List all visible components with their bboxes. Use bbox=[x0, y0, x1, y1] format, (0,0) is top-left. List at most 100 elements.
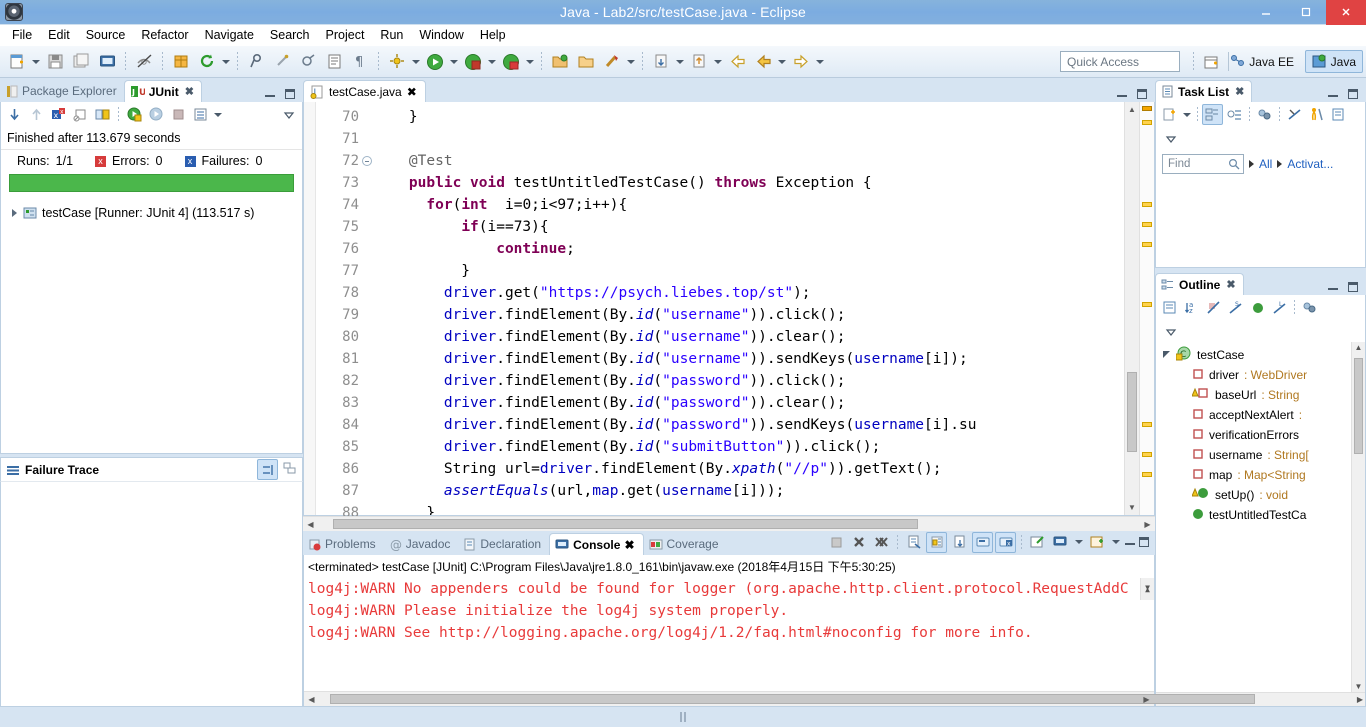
console-maximize-icon[interactable] bbox=[1138, 536, 1150, 548]
new-wizard-icon[interactable] bbox=[5, 50, 29, 74]
code-line[interactable]: driver.findElement(By.id("submitButton")… bbox=[364, 436, 1124, 458]
hide-static-icon[interactable]: S bbox=[1225, 297, 1246, 318]
code-line[interactable]: driver.findElement(By.id("username")).cl… bbox=[364, 304, 1124, 326]
code-line[interactable]: if(i==73){ bbox=[364, 216, 1124, 238]
task-list-empty-area[interactable] bbox=[1156, 179, 1365, 267]
sort-icon[interactable]: az bbox=[1181, 297, 1202, 318]
editor-vertical-scrollbar[interactable]: ▲ ▼ bbox=[1124, 102, 1139, 515]
hscroll-right-icon[interactable]: ▶ bbox=[1140, 517, 1155, 532]
new-console-view-icon[interactable] bbox=[1087, 532, 1108, 553]
menu-run[interactable]: Run bbox=[372, 26, 411, 44]
code-line[interactable]: driver.findElement(By.id("password")).cl… bbox=[364, 370, 1124, 392]
open-console-icon[interactable] bbox=[1027, 532, 1048, 553]
search-dropdown-icon[interactable] bbox=[625, 51, 637, 73]
console-minimize-icon[interactable] bbox=[1124, 536, 1136, 548]
tab-problems[interactable]: Problems bbox=[303, 533, 384, 555]
back-dropdown-icon[interactable] bbox=[776, 51, 788, 73]
back-icon[interactable] bbox=[725, 50, 749, 74]
tab-package-explorer[interactable]: Package Explorer bbox=[0, 80, 124, 102]
show-console-on-output-icon[interactable] bbox=[949, 532, 970, 553]
editor-maximize-icon[interactable] bbox=[1136, 88, 1148, 100]
editor-marker-gutter[interactable] bbox=[304, 102, 316, 515]
editor-minimize-icon[interactable] bbox=[1116, 88, 1128, 100]
overview-marker[interactable] bbox=[1142, 452, 1152, 457]
public-member-icon[interactable] bbox=[1247, 297, 1268, 318]
code-line[interactable]: @Test bbox=[364, 150, 1124, 172]
new-java-package-icon[interactable] bbox=[169, 50, 193, 74]
code-line[interactable]: driver.findElement(By.id("password")).cl… bbox=[364, 392, 1124, 414]
menu-file[interactable]: File bbox=[4, 26, 40, 44]
perspective-java-ee[interactable]: Java EE bbox=[1224, 50, 1300, 73]
scroll-up-icon[interactable]: ▲ bbox=[1125, 102, 1140, 117]
forward-icon[interactable] bbox=[789, 50, 813, 74]
outline-item[interactable]: acceptNextAlert : bbox=[1156, 405, 1365, 425]
rerun-failed-tests-icon[interactable] bbox=[146, 104, 167, 125]
menu-edit[interactable]: Edit bbox=[40, 26, 78, 44]
tab-outline-close-icon[interactable]: ✖ bbox=[1226, 278, 1235, 291]
menu-search[interactable]: Search bbox=[262, 26, 318, 44]
outline-view-menu-icon[interactable] bbox=[1160, 321, 1181, 342]
code-line[interactable]: driver.findElement(By.id("password")).se… bbox=[364, 414, 1124, 436]
outline-item[interactable]: CtestCase bbox=[1156, 345, 1365, 365]
search-icon[interactable] bbox=[600, 50, 624, 74]
open-perspective-icon[interactable] bbox=[1200, 51, 1222, 73]
expander-icon[interactable] bbox=[9, 209, 19, 217]
tab-junit[interactable]: JU JUnit ✖ bbox=[123, 80, 202, 102]
rerun-test-icon[interactable] bbox=[124, 104, 145, 125]
junit-tree-row[interactable]: testCase [Runner: JUnit 4] (113.517 s) bbox=[5, 204, 298, 222]
tab-coverage[interactable]: Coverage bbox=[644, 533, 727, 555]
terminate-icon[interactable] bbox=[825, 532, 846, 553]
menu-project[interactable]: Project bbox=[318, 26, 373, 44]
view-menu-icon[interactable] bbox=[278, 104, 299, 125]
show-whitespace-icon[interactable]: ¶ bbox=[348, 50, 372, 74]
run-as-dropdown-icon[interactable] bbox=[524, 51, 536, 73]
previous-annotation-dropdown-icon[interactable] bbox=[712, 51, 724, 73]
hscroll-left-icon[interactable]: ◀ bbox=[303, 517, 318, 532]
editor-tab-testcase[interactable]: J testCase.java ✖ bbox=[303, 80, 426, 102]
editor-tab-close-icon[interactable]: ✖ bbox=[407, 85, 417, 99]
code-line[interactable]: driver.findElement(By.id("username")).cl… bbox=[364, 326, 1124, 348]
remove-launch-icon[interactable] bbox=[848, 532, 869, 553]
show-failures-only-icon[interactable]: xx bbox=[48, 104, 69, 125]
external-tools-dropdown-icon[interactable] bbox=[410, 51, 422, 73]
new-task-dropdown-icon[interactable] bbox=[1181, 104, 1193, 126]
code-line[interactable] bbox=[364, 128, 1124, 150]
code-line[interactable]: driver.findElement(By.id("username")).se… bbox=[364, 348, 1124, 370]
tab-declaration[interactable]: Declaration bbox=[458, 533, 549, 555]
resize-grip[interactable] bbox=[684, 712, 686, 722]
task-list-minimize-icon[interactable] bbox=[1327, 88, 1339, 100]
hide-fields-icon[interactable] bbox=[1203, 297, 1224, 318]
toggle-mark-occurrences-icon[interactable] bbox=[132, 50, 156, 74]
run-as-junit-icon[interactable] bbox=[499, 50, 523, 74]
overview-marker[interactable] bbox=[1142, 120, 1152, 125]
editor-scroll-thumb[interactable] bbox=[1127, 372, 1137, 452]
outline-item[interactable]: setUp() : void bbox=[1156, 485, 1365, 505]
task-list-view-menu-icon[interactable] bbox=[1160, 128, 1181, 149]
close-console-icon[interactable]: x bbox=[995, 531, 1016, 553]
outline-tree[interactable]: ▲ ▼ CtestCase driver : WebDriver baseUrl :… bbox=[1156, 342, 1365, 692]
stop-icon[interactable] bbox=[168, 104, 189, 125]
menu-source[interactable]: Source bbox=[78, 26, 134, 44]
overview-marker[interactable] bbox=[1142, 242, 1152, 247]
scroll-lock-icon[interactable] bbox=[92, 104, 113, 125]
display-console-dropdown-icon[interactable] bbox=[1073, 531, 1085, 553]
maximize-view-icon[interactable] bbox=[284, 88, 296, 100]
code-line[interactable]: } bbox=[364, 502, 1124, 515]
next-failure-icon[interactable] bbox=[4, 104, 25, 125]
code-line[interactable]: driver.get("https://psych.liebes.top/st"… bbox=[364, 282, 1124, 304]
run-icon[interactable] bbox=[423, 50, 447, 74]
filter-all-arrow-icon[interactable] bbox=[1249, 160, 1254, 168]
pin-console-icon[interactable] bbox=[972, 531, 993, 553]
outline-item[interactable]: testUntitledTestCa bbox=[1156, 505, 1365, 525]
refresh-dropdown-icon[interactable] bbox=[220, 51, 232, 73]
test-run-history-dropdown-icon[interactable] bbox=[212, 104, 224, 126]
outline-minimize-icon[interactable] bbox=[1327, 281, 1339, 293]
open-type-icon[interactable] bbox=[296, 50, 320, 74]
minimize-view-icon[interactable] bbox=[264, 88, 276, 100]
outline-item[interactable]: map : Map<String bbox=[1156, 465, 1365, 485]
next-annotation-icon[interactable] bbox=[649, 50, 673, 74]
filter-activate-arrow-icon[interactable] bbox=[1277, 160, 1283, 168]
menu-refactor[interactable]: Refactor bbox=[133, 26, 196, 44]
editor-overview-ruler[interactable] bbox=[1139, 102, 1154, 515]
overview-marker[interactable] bbox=[1142, 202, 1152, 207]
